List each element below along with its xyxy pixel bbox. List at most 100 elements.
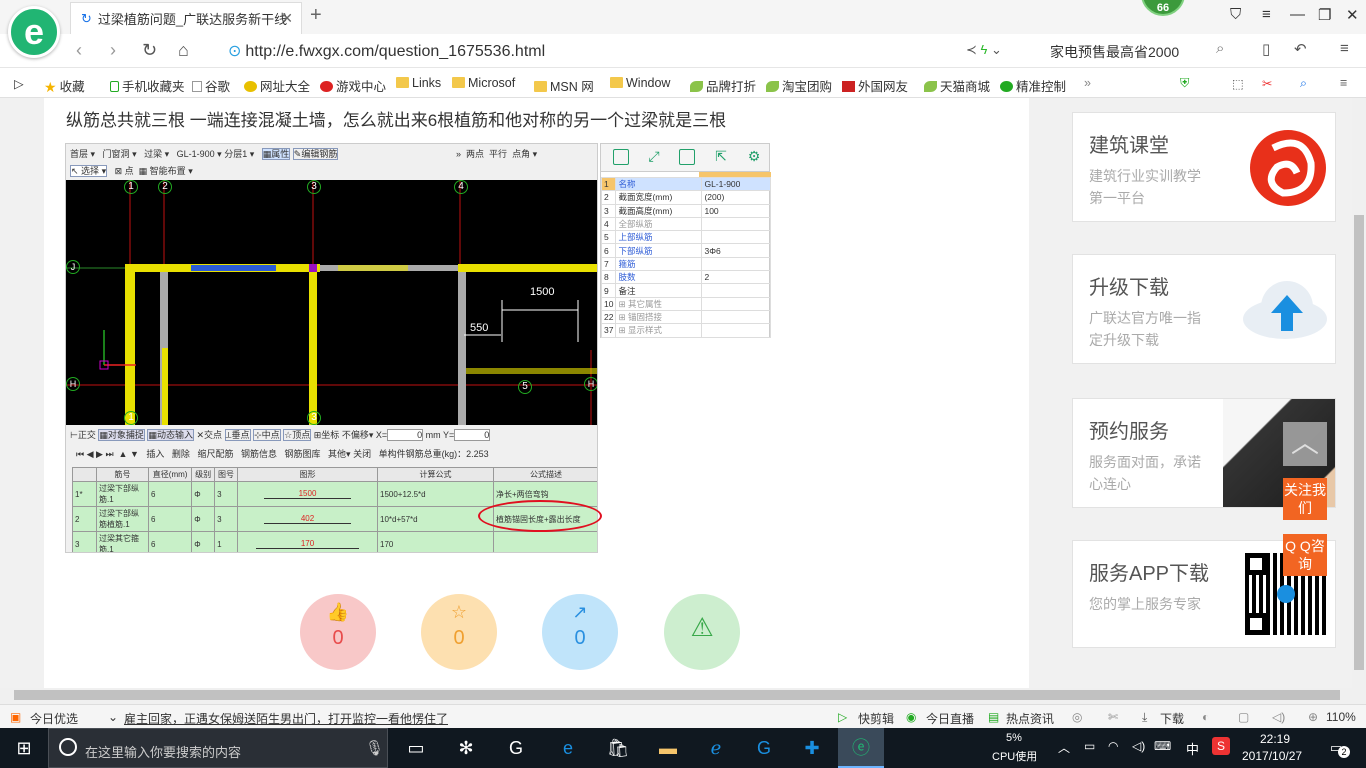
report-button[interactable]: ⚠ bbox=[664, 594, 740, 670]
ie-icon[interactable]: ℯ bbox=[704, 736, 728, 760]
wifi-icon[interactable]: ◠ bbox=[1108, 739, 1118, 753]
chevron-down-icon[interactable]: ⌄ bbox=[108, 710, 118, 724]
bookmark-item[interactable]: 谷歌 bbox=[192, 76, 230, 95]
follow-us-button[interactable]: 关注我们 bbox=[1283, 478, 1327, 520]
more-bookmarks-icon[interactable]: » bbox=[1084, 76, 1091, 90]
share-icon[interactable]: ≺ bbox=[966, 42, 977, 57]
new-tab-button[interactable]: + bbox=[310, 4, 322, 27]
copy-icon[interactable] bbox=[613, 149, 629, 165]
settings-icon[interactable]: ⚙ bbox=[746, 149, 762, 165]
chevron-up-icon[interactable]: ︿ bbox=[1058, 739, 1070, 756]
active-browser-task[interactable]: ⓔ bbox=[838, 728, 884, 768]
news-link[interactable]: 雇主回家，正遇女保姆送陌生男出门，打开监控一看他愣住了 bbox=[124, 710, 448, 727]
lightning-icon[interactable]: ϟ bbox=[981, 42, 988, 57]
store-icon[interactable]: 🛍 bbox=[606, 736, 630, 760]
cad-canvas: 1 2 3 4 J H 1 3 5 H 550 1500 bbox=[66, 180, 597, 425]
tools-icon[interactable]: ✄ bbox=[1108, 710, 1118, 724]
clock-time[interactable]: 22:19 bbox=[1260, 732, 1290, 746]
more-icon[interactable]: ≡ bbox=[1340, 40, 1349, 57]
ext-icon[interactable]: ⬚ bbox=[1232, 76, 1244, 91]
undo-icon[interactable]: ↶ bbox=[1294, 40, 1307, 58]
speaker-icon[interactable]: ◁) bbox=[1272, 710, 1285, 724]
mobile-icon[interactable]: ▯ bbox=[1262, 40, 1270, 58]
card-upgrade-download[interactable]: 升级下载 广联达官方唯一指定升级下载 bbox=[1072, 254, 1336, 364]
bookmark-item[interactable]: 淘宝团购 bbox=[766, 76, 832, 95]
back-to-top-button[interactable]: ︿ bbox=[1283, 422, 1327, 466]
bookmark-item[interactable]: 外国网友 bbox=[842, 76, 908, 95]
edge-icon[interactable]: e bbox=[556, 736, 580, 760]
qq-consult-button[interactable]: Q Q咨询 bbox=[1283, 534, 1327, 576]
axis-label: 4 bbox=[454, 180, 468, 194]
taskbar-search[interactable]: 在这里输入你要搜索的内容 🎙 bbox=[48, 728, 388, 768]
restore-icon[interactable]: ❐ bbox=[1318, 6, 1331, 24]
sidebar-toggle-icon[interactable]: ▷ bbox=[14, 76, 24, 91]
microphone-icon[interactable]: 🎙 bbox=[365, 739, 384, 757]
glodon-icon[interactable]: G bbox=[752, 736, 776, 760]
cleanup-icon[interactable]: ◐ bbox=[1202, 710, 1209, 724]
download-button[interactable]: 下载 bbox=[1160, 710, 1184, 727]
battery-icon[interactable]: ▭ bbox=[1084, 739, 1095, 753]
card-building-class[interactable]: 建筑课堂 建筑行业实训教学第一平台 bbox=[1072, 112, 1336, 222]
clock-date[interactable]: 2017/10/27 bbox=[1242, 749, 1302, 763]
bookmark-item[interactable]: 网址大全 bbox=[244, 76, 310, 95]
bookmark-item[interactable]: 天猫商城 bbox=[924, 76, 990, 95]
table-row[interactable]: 3 过梁其它箍筋.1 6 Φ 1 170 170 bbox=[72, 531, 597, 552]
app-plus-icon[interactable]: ✚ bbox=[800, 736, 824, 760]
scissors-icon[interactable]: ✂ bbox=[1262, 76, 1272, 91]
refresh-icon[interactable]: ↻ bbox=[142, 40, 157, 61]
forward-icon[interactable]: › bbox=[110, 40, 116, 61]
expand-icon[interactable]: ⤢ bbox=[646, 149, 662, 165]
share-icon[interactable]: ⇱ bbox=[713, 149, 729, 165]
zoom-level[interactable]: 110% bbox=[1326, 710, 1356, 724]
task-view-icon[interactable]: ▭ bbox=[404, 736, 428, 760]
today-picks[interactable]: 今日优选 bbox=[30, 710, 78, 727]
search-box[interactable]: 家电预售最高省2000 bbox=[1050, 42, 1179, 62]
menu-icon[interactable]: ≡ bbox=[1340, 76, 1347, 90]
windows-start-icon[interactable]: ⊞ bbox=[12, 736, 36, 760]
browser-logo[interactable]: e bbox=[8, 6, 60, 58]
bookmark-item[interactable]: MSN 网 bbox=[534, 76, 594, 95]
favorite-button[interactable]: ☆ 0 bbox=[421, 594, 497, 670]
minimize-icon[interactable]: — bbox=[1290, 6, 1305, 23]
right-sidebar: 建筑课堂 建筑行业实训教学第一平台 升级下载 广联达官方唯一指定升级下载 预约服… bbox=[1070, 112, 1338, 688]
bookmark-item[interactable]: Links bbox=[396, 76, 441, 90]
cpu-usage: 5% bbox=[1006, 732, 1022, 744]
bookmark-item[interactable]: 手机收藏夹 bbox=[110, 76, 185, 95]
tab-close-icon[interactable]: ✕ bbox=[281, 10, 293, 27]
vertical-scrollbar-thumb[interactable] bbox=[1354, 215, 1364, 670]
save-icon[interactable] bbox=[679, 149, 695, 165]
menu-icon[interactable]: ≡ bbox=[1262, 6, 1271, 23]
browser-tab[interactable]: ↻ 过梁植筋问题_广联达服务新干线 ✕ bbox=[70, 2, 302, 34]
url-field[interactable]: ⊙ http://e.fwxgx.com/question_1675536.htm… bbox=[228, 41, 545, 61]
bookmark-item[interactable]: ★ 收藏 bbox=[44, 76, 85, 95]
search-icon[interactable]: ⌕ bbox=[1216, 40, 1224, 57]
search-plugin-icon[interactable]: ⌕ bbox=[1300, 76, 1307, 91]
bookmark-item[interactable]: 精准控制 bbox=[1000, 76, 1066, 95]
bookmark-item[interactable]: 品牌打折 bbox=[690, 76, 756, 95]
shield-icon[interactable]: ⛨ bbox=[1180, 76, 1189, 91]
keyboard-icon[interactable]: ⌨ bbox=[1154, 739, 1171, 753]
speed-icon[interactable]: ◎ bbox=[1072, 710, 1082, 724]
ime-indicator[interactable]: 中 bbox=[1186, 739, 1199, 758]
notification-badge[interactable]: 66 bbox=[1141, 0, 1185, 16]
close-icon[interactable]: ✕ bbox=[1346, 6, 1359, 24]
window-icon[interactable]: ▢ bbox=[1238, 710, 1249, 724]
bookmark-item[interactable]: Microsof bbox=[452, 76, 515, 90]
sogou-icon[interactable]: S bbox=[1212, 737, 1230, 755]
horizontal-scrollbar-thumb[interactable] bbox=[14, 690, 1340, 700]
bookmark-item[interactable]: 游戏中心 bbox=[320, 76, 386, 95]
hot-news[interactable]: 热点资讯 bbox=[1006, 710, 1054, 727]
file-explorer-icon[interactable]: ▬ bbox=[656, 736, 680, 760]
home-icon[interactable]: ⌂ bbox=[178, 40, 189, 61]
quick-edit[interactable]: 快剪辑 bbox=[858, 710, 894, 727]
bookmark-item[interactable]: Window bbox=[610, 76, 670, 90]
like-button[interactable]: 👍 0 bbox=[300, 594, 376, 670]
dropdown-icon[interactable]: ⌄ bbox=[991, 42, 1002, 57]
fan-icon[interactable]: ✻ bbox=[454, 736, 478, 760]
volume-icon[interactable]: ◁) bbox=[1132, 739, 1145, 753]
g-app-icon[interactable]: G bbox=[504, 736, 528, 760]
today-live[interactable]: 今日直播 bbox=[926, 710, 974, 727]
back-icon[interactable]: ‹ bbox=[76, 40, 82, 61]
share-button[interactable]: ↗ 0 bbox=[542, 594, 618, 670]
skin-icon[interactable]: ⛉ bbox=[1230, 6, 1241, 23]
